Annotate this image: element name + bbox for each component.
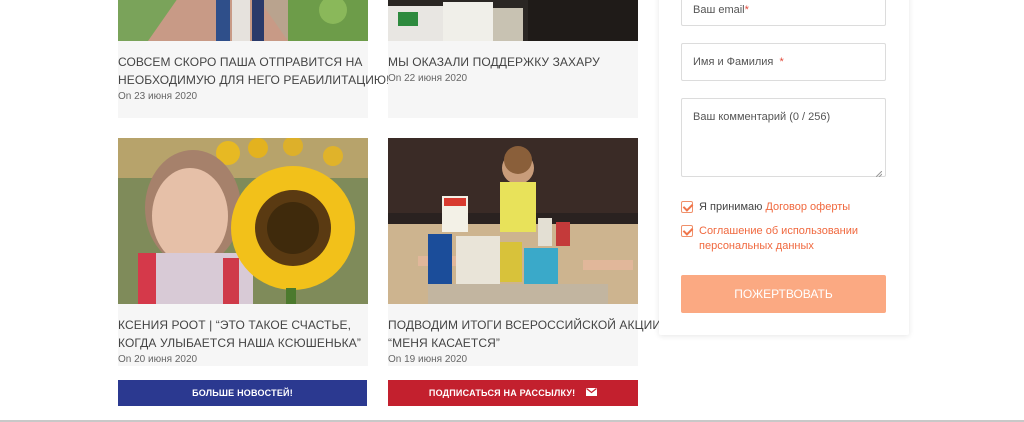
news-title-line[interactable]: ПОДВОДИМ ИТОГИ ВСЕРОССИЙСКОЙ АКЦИИ [388,316,661,334]
donation-form-panel: Ваш email* Имя и Фамилия * Ваш комментар… [659,0,909,335]
required-mark: * [779,56,784,68]
news-title-line[interactable]: СОВСЕМ СКОРО ПАША ОТПРАВИТСЯ НА [118,53,368,71]
email-placeholder: Ваш email [693,4,745,16]
girl-sunflower-image [118,138,368,304]
news-card[interactable]: СОВСЕМ СКОРО ПАША ОТПРАВИТСЯ НА НЕОБХОДИ… [118,0,389,118]
privacy-link-line[interactable]: Соглашение об использовании [699,224,858,239]
news-photo-groceries[interactable] [388,0,638,41]
news-title-line[interactable]: НЕОБХОДИМУЮ ДЛЯ НЕГО РЕАБИЛИТАЦИЮ! [118,71,389,89]
news-photo-girl-sunflower[interactable] [118,138,368,304]
news-card[interactable]: МЫ ОКАЗАЛИ ПОДДЕРЖКУ ЗАХАРУ On 22 июня 2… [388,0,638,118]
news-photo-child-walking[interactable] [118,0,368,41]
news-date: On 22 июня 2020 [388,73,468,84]
resize-handle-icon[interactable] [875,167,883,178]
child-walking-image [118,0,368,41]
comment-placeholder: Ваш комментарий (0 / 256) [693,111,831,123]
offer-link[interactable]: Договор оферты [765,201,850,213]
news-card[interactable]: ПОДВОДИМ ИТОГИ ВСЕРОССИЙСКОЙ АКЦИИ “МЕНЯ… [388,138,661,366]
news-title-line[interactable]: “МЕНЯ КАСАЕТСЯ” [388,334,638,352]
news-date: On 20 июня 2020 [118,354,198,365]
offer-checkbox[interactable] [681,201,693,213]
subscribe-button[interactable]: ПОДПИСАТЬСЯ НА РАССЫЛКУ! [388,380,638,406]
required-mark: * [744,4,749,16]
girl-with-food-image [388,138,638,304]
envelope-icon [586,380,598,406]
privacy-link-line[interactable]: персональных данных [699,239,858,254]
privacy-agreement[interactable]: Соглашение об использовании персональных… [681,224,858,254]
privacy-checkbox[interactable] [681,225,693,237]
offer-agreement[interactable]: Я принимаю Договор оферты [681,200,850,215]
donate-button[interactable]: ПОЖЕРТВОВАТЬ [681,275,886,313]
groceries-image [388,0,638,41]
offer-prefix: Я принимаю [699,201,763,213]
name-placeholder: Имя и Фамилия [693,56,774,68]
news-title-line[interactable]: МЫ ОКАЗАЛИ ПОДДЕРЖКУ ЗАХАРУ [388,53,638,71]
donate-label: ПОЖЕРТВОВАТЬ [734,287,833,301]
email-field[interactable]: Ваш email* [681,0,886,26]
more-news-button[interactable]: БОЛЬШЕ НОВОСТЕЙ! [118,380,367,406]
more-news-label: БОЛЬШЕ НОВОСТЕЙ! [192,388,293,398]
news-title-line[interactable]: КСЕНИЯ РООТ | “ЭТО ТАКОЕ СЧАСТЬЕ, [118,316,368,334]
subscribe-label: ПОДПИСАТЬСЯ НА РАССЫЛКУ! [428,388,576,398]
name-field[interactable]: Имя и Фамилия * [681,43,886,81]
news-date: On 19 июня 2020 [388,354,468,365]
news-card[interactable]: КСЕНИЯ РООТ | “ЭТО ТАКОЕ СЧАСТЬЕ, КОГДА … [118,138,368,366]
news-title-line[interactable]: КОГДА УЛЫБАЕТСЯ НАША КСЮШЕНЬКА” [118,334,368,352]
news-date: On 23 июня 2020 [118,91,198,102]
news-photo-girl-with-food[interactable] [388,138,638,304]
comment-field[interactable]: Ваш комментарий (0 / 256) [681,98,886,178]
